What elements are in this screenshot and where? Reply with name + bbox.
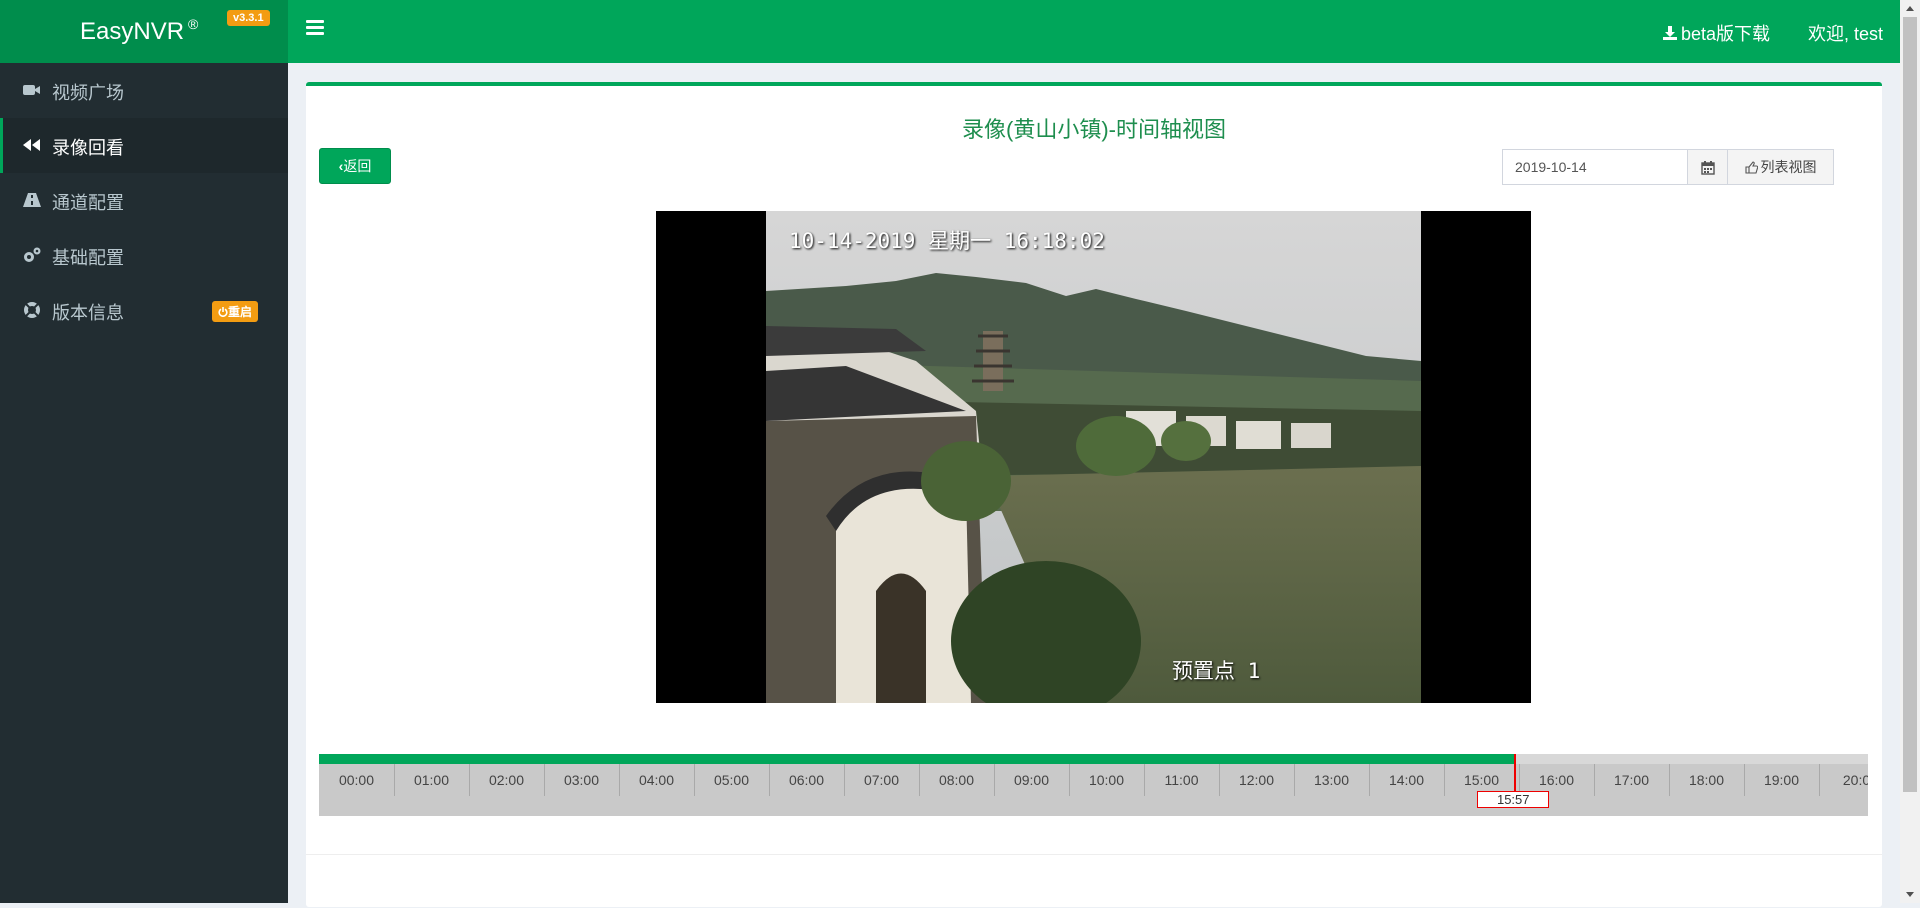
top-navbar: beta版下载 欢迎, test [288, 0, 1900, 63]
timeline-hour-tick [469, 764, 470, 796]
osd-preset: 预置点 1 [1172, 659, 1261, 683]
playhead-time-label: 15:57 [1477, 791, 1550, 808]
calendar-icon [1701, 161, 1715, 175]
timeline-hour-tick [1294, 764, 1295, 796]
sidebar-item-label: 视频广场 [52, 83, 124, 103]
timeline-hour-tick [1594, 764, 1595, 796]
app-name: EasyNVR ® [80, 16, 199, 45]
timeline-hour-label: 20:0 [1842, 772, 1868, 788]
timeline-hour-label: 03:00 [563, 772, 600, 788]
timeline-hour-label: 01:00 [413, 772, 450, 788]
sidebar-toggle-icon[interactable] [306, 20, 324, 40]
timeline-hour-tick [1744, 764, 1745, 796]
page-scrollbar[interactable] [1900, 0, 1920, 903]
user-menu[interactable]: 欢迎, test [1808, 20, 1883, 46]
list-view-button[interactable]: 列表视图 [1727, 149, 1834, 185]
timeline-hour-tick [1669, 764, 1670, 796]
timeline-hour-label: 06:00 [788, 772, 825, 788]
timeline-hour-label: 11:00 [1164, 772, 1199, 788]
timeline-hour-tick [619, 764, 620, 796]
hand-pointer-icon [1744, 161, 1758, 174]
timeline-hour-label: 12:00 [1238, 772, 1275, 788]
timeline[interactable]: 00:00 01:00 02:00 03:00 04:00 05:00 06:00 07:00… [319, 754, 1868, 816]
sidebar-item-label: 通道配置 [52, 193, 124, 213]
sidebar-item-label: 录像回看 [52, 138, 124, 158]
content-box: 录像(黄山小镇)-时间轴视图 ‹返回 列表视图 [306, 82, 1882, 907]
sidebar-item-video-square[interactable]: 视频广场 [0, 63, 288, 118]
timeline-hour-label: 02:00 [488, 772, 525, 788]
timeline-hour-tick [994, 764, 995, 796]
sidebar-item-playback[interactable]: 录像回看 [0, 118, 288, 173]
timeline-hour-tick [394, 764, 395, 796]
timeline-hour-tick [1444, 764, 1445, 796]
timeline-hour-label: 07:00 [863, 772, 900, 788]
timeline-hour-tick [544, 764, 545, 796]
timeline-hour-tick [694, 764, 695, 796]
timeline-hour-label: 10:00 [1088, 772, 1125, 788]
timeline-hour-label: 08:00 [938, 772, 975, 788]
gears-icon [24, 247, 41, 262]
timeline-hour-label: 15:00 [1463, 772, 1500, 788]
restart-badge[interactable]: 重启 [212, 301, 259, 322]
backward-icon [23, 139, 40, 151]
restart-badge-label: 重启 [228, 305, 253, 319]
timeline-hour-tick [1144, 764, 1145, 796]
timeline-hour-tick [844, 764, 845, 796]
sidebar-item-basic-config[interactable]: 基础配置 [0, 228, 288, 283]
sidebar-item-label: 版本信息 [52, 303, 124, 323]
timeline-hour-label: 00:00 [338, 772, 375, 788]
lifebuoy-icon [24, 302, 40, 318]
timeline-hour-label: 19:00 [1763, 772, 1800, 788]
back-button-label: 返回 [343, 158, 372, 174]
timeline-hour-label: 13:00 [1313, 772, 1350, 788]
video-player[interactable]: 10-14-2019 星期一 16:18:02 预置点 1 [656, 211, 1531, 703]
video-camera-icon [23, 85, 40, 95]
timeline-hour-label: 09:00 [1013, 772, 1050, 788]
power-icon [218, 307, 228, 317]
osd-timestamp: 10-14-2019 星期一 16:18:02 [789, 229, 1105, 253]
calendar-button[interactable] [1688, 149, 1728, 185]
timeline-hour-label: 04:00 [638, 772, 675, 788]
timeline-hour-tick [1069, 764, 1070, 796]
timeline-hour-tick [919, 764, 920, 796]
recorded-range-bar[interactable] [319, 754, 1516, 764]
scrollbar-thumb[interactable] [1903, 17, 1917, 792]
playhead-line[interactable] [1514, 754, 1517, 796]
camera-frame-image [766, 211, 1421, 703]
sidebar: 视频广场 录像回看 通道配置 基础配置 版本信息 重启 [0, 63, 288, 903]
beta-download-link[interactable]: beta版下载 [1662, 20, 1770, 46]
road-icon [23, 193, 41, 207]
sidebar-item-version-info[interactable]: 版本信息 重启 [0, 283, 288, 338]
timeline-hour-label: 16:00 [1538, 772, 1575, 788]
date-input[interactable] [1502, 149, 1688, 185]
version-badge: v3.3.1 [227, 10, 270, 26]
scroll-down-arrow-icon[interactable] [1900, 886, 1920, 903]
timeline-hour-label: 18:00 [1688, 772, 1725, 788]
download-icon [1663, 26, 1677, 40]
timeline-hour-tick [1219, 764, 1220, 796]
scroll-up-arrow-icon[interactable] [1900, 0, 1920, 17]
page-title: 录像(黄山小镇)-时间轴视图 [962, 117, 1226, 142]
logo[interactable]: EasyNVR ® v3.3.1 [0, 0, 288, 63]
list-view-label: 列表视图 [1760, 159, 1817, 175]
sidebar-item-channel-config[interactable]: 通道配置 [0, 173, 288, 228]
registered-mark: ® [188, 16, 199, 32]
timeline-hour-tick [1819, 764, 1820, 796]
beta-download-label: beta版下载 [1681, 24, 1771, 44]
sidebar-item-label: 基础配置 [52, 248, 124, 268]
timeline-hour-label: 05:00 [713, 772, 750, 788]
timeline-hour-label: 14:00 [1388, 772, 1425, 788]
box-footer-divider [306, 854, 1882, 855]
timeline-hour-tick [769, 764, 770, 796]
timeline-hour-tick [1369, 764, 1370, 796]
timeline-hour-label: 17:00 [1613, 772, 1650, 788]
back-button[interactable]: ‹返回 [319, 148, 391, 184]
